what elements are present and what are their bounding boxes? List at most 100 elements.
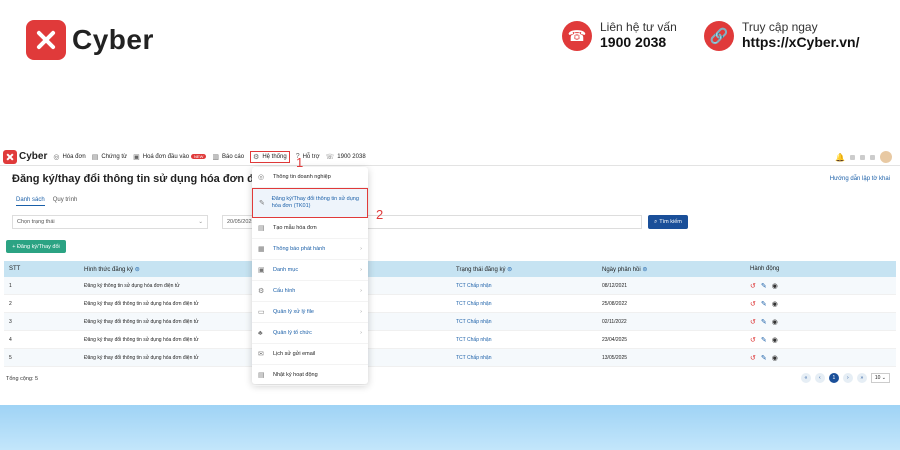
add-button-label: + Đăng ký/Thay đổi — [12, 243, 60, 250]
list-icon: ▣ — [258, 267, 265, 274]
status-select-value: Chọn trạng thái — [17, 219, 55, 225]
nav-input-invoice[interactable]: ▣ Hoá đơn đầu vào NEW — [133, 153, 207, 161]
tab-process[interactable]: Quy trình — [53, 197, 78, 206]
filter-icon[interactable]: ⊜ — [507, 267, 512, 273]
hotline-number: 1900 2038 — [600, 34, 667, 51]
menu-item-invoice-template[interactable]: ▤ Tạo mẫu hóa đơn — [252, 218, 368, 239]
nav-label: Chứng từ — [101, 153, 128, 160]
menu-icon[interactable] — [870, 154, 875, 160]
menu-icon[interactable] — [850, 154, 855, 160]
search-button[interactable]: ⌕ Tìm kiếm — [648, 215, 688, 229]
menu-item-company-info[interactable]: ◎ Thông tin doanh nghiệp — [252, 167, 368, 188]
history-icon[interactable]: ↺ — [750, 282, 756, 290]
page-button[interactable]: 1 — [828, 373, 839, 383]
view-icon[interactable]: ◉ — [772, 282, 778, 290]
tab-list[interactable]: Danh sách — [16, 197, 45, 206]
status-select[interactable]: Chọn trạng thái ⌄ — [12, 215, 208, 229]
org-icon: ♣ — [258, 329, 263, 337]
nav-document[interactable]: ▤ Chứng từ — [92, 153, 127, 161]
edit-icon[interactable]: ✎ — [761, 336, 767, 344]
nav-report[interactable]: ▥ Báo cáo — [212, 153, 244, 161]
menu-item-issue-announcement[interactable]: ▦ Thông báo phát hành › — [252, 239, 368, 260]
cell-actions: ↺ ✎ ◉ — [746, 300, 896, 308]
cell-actions: ↺ ✎ ◉ — [746, 318, 896, 326]
menu-item-label: Danh mục — [273, 267, 299, 273]
filter-icon[interactable]: ⊜ — [642, 267, 647, 273]
edit-icon[interactable]: ✎ — [761, 318, 767, 326]
history-icon[interactable]: ↺ — [750, 300, 756, 308]
filter-icon[interactable]: ⊜ — [135, 267, 140, 273]
menu-item-organization[interactable]: ♣ Quản lý tổ chức › — [252, 323, 368, 344]
view-icon[interactable]: ◉ — [772, 354, 778, 362]
nav-invoice[interactable]: ◎ Hóa đơn — [53, 153, 85, 161]
chevron-right-icon: › — [360, 309, 362, 315]
table-row[interactable]: 4 Đăng ký thay đổi thông tin sử dụng hóa… — [4, 331, 896, 349]
phone-icon: ☎ — [562, 20, 592, 51]
table-row[interactable]: 1 Đăng ký thông tin sử dụng hóa đơn điện… — [4, 277, 896, 295]
contact-website: 🔗 Truy cập ngay https://xCyber.vn/ — [704, 20, 859, 51]
cell-stt: 4 — [9, 336, 12, 343]
menu-item-catalog[interactable]: ▣ Danh mục › — [252, 260, 368, 281]
cell-actions: ↺ ✎ ◉ — [746, 354, 896, 362]
history-icon[interactable]: ↺ — [750, 354, 756, 362]
menu-item-registration-tk01[interactable]: ✎ Đăng ký/Thay đổi thông tin sử dụng hóa … — [252, 188, 368, 218]
inbox-icon: ▣ — [133, 153, 140, 161]
page-title: Đăng ký/thay đổi thông tin sử dụng hóa đ… — [12, 173, 285, 185]
edit-icon[interactable]: ✎ — [761, 300, 767, 308]
menu-item-activity-log[interactable]: ▤ Nhật ký hoạt động — [252, 365, 368, 386]
col-header[interactable]: Trạng thái đăng ký ⊜ — [452, 266, 598, 273]
hotline-label: Liên hệ tư vấn — [600, 20, 677, 34]
page-size-select[interactable]: 10 ⌄ — [870, 373, 890, 383]
history-icon[interactable]: ↺ — [750, 318, 756, 326]
avatar[interactable] — [880, 151, 892, 163]
table-row[interactable]: 3 Đăng ký thay đổi thông tin sử dụng hóa… — [4, 313, 896, 331]
view-icon[interactable]: ◉ — [772, 318, 778, 326]
view-icon[interactable]: ◉ — [772, 300, 778, 308]
phone-icon: ☏ — [325, 153, 335, 161]
logo-x-icon — [3, 149, 17, 164]
table-row[interactable]: 5 Đăng ký thay đổi thông tin sử dụng hóa… — [4, 349, 896, 367]
menu-item-email-history[interactable]: ✉ Lịch sử gửi email — [252, 344, 368, 365]
bell-icon[interactable]: 🔔 — [835, 153, 845, 162]
log-icon: ▤ — [258, 372, 265, 379]
last-page-button[interactable]: » — [856, 373, 867, 383]
menu-item-label: Quản lý xử lý file — [273, 309, 314, 315]
table-header: STT Hình thức đăng ký ⊜ Trạng thái đăng … — [4, 261, 896, 277]
website-label: Truy cập ngay — [742, 20, 818, 34]
col-header: STT — [9, 266, 21, 272]
table-body: 1 Đăng ký thông tin sử dụng hóa đơn điện… — [4, 277, 896, 367]
col-header[interactable]: Ngày phản hồi ⊜ — [598, 266, 746, 273]
cell-date: 13/05/2025 — [602, 354, 628, 361]
view-icon[interactable]: ◉ — [772, 336, 778, 344]
chevron-right-icon: › — [360, 267, 362, 273]
brand-logo: Cyber — [26, 20, 154, 60]
next-page-button[interactable]: › — [842, 373, 853, 383]
contact-hotline: ☎ Liên hệ tư vấn 1900 2038 — [562, 20, 677, 51]
search-button-label: Tìm kiếm — [659, 219, 682, 225]
nav-system[interactable]: ⚙ Hệ thống — [250, 150, 290, 163]
help-link[interactable]: Hướng dẫn lập tờ khai — [830, 176, 890, 182]
cell-date: 08/12/2021 — [602, 282, 628, 289]
template-icon: ▤ — [258, 225, 265, 232]
edit-icon[interactable]: ✎ — [761, 282, 767, 290]
website-url[interactable]: https://xCyber.vn/ — [742, 34, 859, 51]
menu-item-label: Thông báo phát hành — [273, 246, 326, 252]
menu-icon[interactable] — [860, 154, 865, 160]
nav-hotline[interactable]: ☏ 1900 2038 — [326, 153, 366, 161]
menu-item-file-management[interactable]: ▭ Quản lý xử lý file › — [252, 302, 368, 323]
first-page-button[interactable]: « — [800, 373, 811, 383]
pagination: « ‹ 1 › » 10 ⌄ — [800, 373, 890, 383]
nav-right-tools: 🔔 — [835, 151, 892, 163]
menu-item-config[interactable]: ⚙ Cấu hình › — [252, 281, 368, 302]
prev-page-button[interactable]: ‹ — [814, 373, 825, 383]
nav-logo[interactable]: Cyber — [3, 149, 47, 164]
bottom-gradient-strip — [0, 405, 900, 450]
chevron-right-icon: › — [360, 288, 362, 294]
history-icon[interactable]: ↺ — [750, 336, 756, 344]
menu-item-label: Nhật ký hoạt động — [273, 372, 318, 378]
edit-icon[interactable]: ✎ — [761, 354, 767, 362]
nav-label: Báo cáo — [222, 153, 245, 160]
table-row[interactable]: 2 Đăng ký thay đổi thông tin sử dụng hóa… — [4, 295, 896, 313]
add-registration-button[interactable]: + Đăng ký/Thay đổi — [6, 240, 66, 253]
invoice-icon: ◎ — [53, 153, 60, 161]
